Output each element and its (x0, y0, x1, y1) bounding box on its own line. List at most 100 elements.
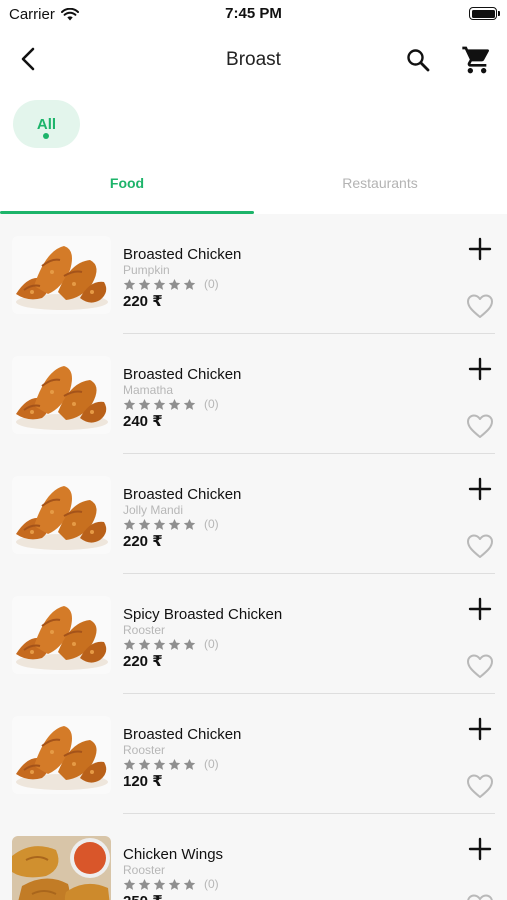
star-icon (138, 758, 151, 770)
food-list-item[interactable]: Broasted Chicken Mamatha (0) 240 ₹ (0, 334, 507, 454)
favorite-button[interactable] (465, 892, 495, 900)
heart-icon (467, 654, 493, 678)
tab-restaurants[interactable]: Restaurants (253, 160, 507, 214)
battery-icon (469, 7, 500, 20)
food-name: Broasted Chicken (123, 486, 242, 503)
food-image[interactable] (12, 716, 111, 794)
food-list-item[interactable]: Chicken Wings Rooster (0) 250 ₹ (0, 814, 507, 900)
star-icon (153, 638, 166, 650)
food-price: 220 ₹ (123, 653, 163, 670)
restaurant-name: Rooster (123, 623, 166, 637)
search-icon (407, 49, 430, 72)
star-icon (153, 278, 166, 290)
status-bar: Carrier 7:45 PM (0, 0, 507, 28)
nav-bar: Broast (0, 28, 507, 90)
plus-icon (468, 357, 492, 381)
rating-stars: (0) (123, 877, 219, 891)
food-image[interactable] (12, 596, 111, 674)
cart-icon (462, 46, 490, 74)
star-icon (183, 518, 196, 530)
restaurant-name: Jolly Mandi (123, 503, 184, 517)
star-icon (153, 878, 166, 890)
rating-stars: (0) (123, 397, 219, 411)
add-to-cart-button[interactable] (467, 596, 493, 622)
star-icon (168, 518, 181, 530)
food-image[interactable] (12, 836, 111, 900)
food-list-item[interactable]: Broasted Chicken Jolly Mandi (0) 220 ₹ (0, 454, 507, 574)
food-price: 120 ₹ (123, 773, 163, 790)
star-icon (183, 878, 196, 890)
star-icon (153, 518, 166, 530)
rating-count: (0) (204, 877, 219, 891)
food-image[interactable] (12, 356, 111, 434)
star-icon (123, 398, 136, 410)
rating-stars: (0) (123, 277, 219, 291)
food-image[interactable] (12, 236, 111, 314)
heart-icon (467, 774, 493, 798)
favorite-button[interactable] (465, 412, 495, 440)
heart-icon (467, 414, 493, 438)
star-icon (183, 398, 196, 410)
star-icon (153, 398, 166, 410)
star-icon (153, 758, 166, 770)
status-time: 7:45 PM (225, 5, 282, 22)
star-icon (168, 758, 181, 770)
rating-count: (0) (204, 277, 219, 291)
star-icon (183, 758, 196, 770)
add-to-cart-button[interactable] (467, 836, 493, 862)
rating-count: (0) (204, 517, 219, 531)
star-icon (183, 278, 196, 290)
food-list-item[interactable]: Broasted Chicken Rooster (0) 120 ₹ (0, 694, 507, 814)
rating-count: (0) (204, 397, 219, 411)
food-price: 240 ₹ (123, 413, 163, 430)
plus-icon (468, 837, 492, 861)
food-list-item[interactable]: Spicy Broasted Chicken Rooster (0) 220 ₹ (0, 574, 507, 694)
star-icon (168, 638, 181, 650)
filter-chip-all[interactable]: All (13, 100, 80, 148)
food-name: Broasted Chicken (123, 726, 242, 743)
star-icon (123, 638, 136, 650)
favorite-button[interactable] (465, 652, 495, 680)
star-icon (168, 878, 181, 890)
plus-icon (468, 237, 492, 261)
plus-icon (468, 477, 492, 501)
add-to-cart-button[interactable] (467, 716, 493, 742)
search-button[interactable] (403, 45, 433, 75)
rating-stars: (0) (123, 637, 219, 651)
food-image[interactable] (12, 476, 111, 554)
star-icon (123, 278, 136, 290)
heart-icon (467, 294, 493, 318)
restaurant-name: Mamatha (123, 383, 174, 397)
add-to-cart-button[interactable] (467, 236, 493, 262)
heart-icon (467, 894, 493, 900)
heart-icon (467, 534, 493, 558)
restaurant-name: Rooster (123, 863, 166, 877)
favorite-button[interactable] (465, 772, 495, 800)
rating-count: (0) (204, 757, 219, 771)
food-name: Broasted Chicken (123, 366, 242, 383)
add-to-cart-button[interactable] (467, 356, 493, 382)
plus-icon (468, 717, 492, 741)
tab-food[interactable]: Food (0, 160, 254, 214)
add-to-cart-button[interactable] (467, 476, 493, 502)
tab-bar: Food Restaurants (0, 160, 507, 214)
chip-selected-dot (43, 133, 49, 139)
star-icon (138, 878, 151, 890)
star-icon (168, 398, 181, 410)
favorite-button[interactable] (465, 292, 495, 320)
favorite-button[interactable] (465, 532, 495, 560)
food-list-item[interactable]: Broasted Chicken Pumpkin (0) 220 ₹ (0, 214, 507, 334)
plus-icon (468, 597, 492, 621)
star-icon (138, 278, 151, 290)
star-icon (138, 518, 151, 530)
food-name: Broasted Chicken (123, 246, 242, 263)
star-icon (123, 758, 136, 770)
food-name: Spicy Broasted Chicken (123, 606, 283, 623)
restaurant-name: Rooster (123, 743, 166, 757)
rating-stars: (0) (123, 517, 219, 531)
cart-button[interactable] (461, 44, 493, 76)
filter-chip-label: All (36, 116, 57, 133)
restaurant-name: Pumpkin (123, 263, 170, 277)
star-icon (168, 278, 181, 290)
food-price: 220 ₹ (123, 293, 163, 310)
